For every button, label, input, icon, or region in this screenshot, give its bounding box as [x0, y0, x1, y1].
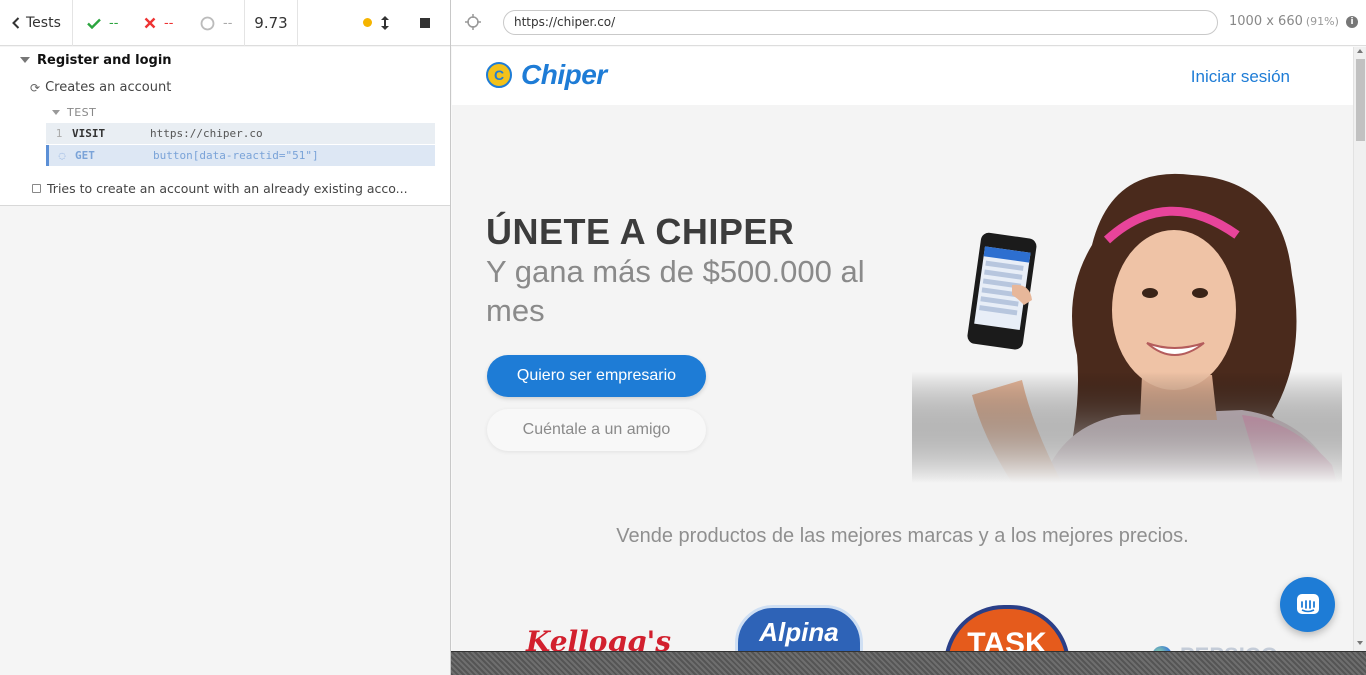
hero-subtitle: Y gana más de $500.000 al mes	[486, 254, 865, 328]
pending-circle-icon	[200, 16, 215, 30]
test-item-creates-account[interactable]: ⟳ Creates an account	[30, 80, 171, 95]
selector-playground-icon[interactable]	[464, 13, 482, 31]
scrollbar-thumb[interactable]	[1356, 59, 1365, 141]
x-icon	[144, 17, 156, 29]
scroll-up-icon[interactable]	[1357, 49, 1363, 53]
test-label: Creates an account	[45, 80, 172, 95]
failed-count: --	[132, 0, 188, 46]
suite-title[interactable]: Register and login	[20, 51, 172, 69]
refresh-icon: ⟳	[30, 80, 41, 95]
chevron-left-icon	[12, 17, 20, 29]
pending-square-icon	[32, 184, 41, 193]
test-item-existing-account[interactable]: Tries to create an account with an alrea…	[32, 181, 408, 196]
kelloggs-logo: Kellogg's	[526, 625, 671, 651]
hero-girl-with-phone-image	[912, 165, 1342, 483]
chiper-logo[interactable]: C Chiper	[486, 59, 607, 91]
command-message: button[data-reactid="51"]	[153, 149, 319, 162]
spinner-icon: ◌	[58, 149, 66, 162]
tests-back-button[interactable]: Tests	[0, 0, 73, 46]
duration: 9.73	[245, 0, 298, 46]
login-link[interactable]: Iniciar sesión	[1191, 67, 1290, 87]
become-entrepreneur-button[interactable]: Quiero ser empresario	[487, 355, 706, 397]
pending-count: --	[188, 0, 245, 46]
logo-coin-icon: C	[486, 62, 512, 88]
resize-vertical-icon[interactable]	[381, 16, 389, 30]
viewport-dimensions: 1000 x 660	[1229, 14, 1303, 29]
stop-button[interactable]	[420, 18, 430, 28]
tagline: Vende productos de las mejores marcas y …	[616, 525, 1189, 547]
hook-label: TEST	[67, 106, 97, 119]
failed-value: --	[164, 15, 174, 31]
aut-scrollbar[interactable]	[1353, 47, 1366, 651]
running-status-icon	[363, 18, 372, 27]
viewport-size: 1000 x 660 (91%)	[1229, 14, 1339, 29]
runner-header: Tests -- -- -- 9.73	[0, 0, 450, 46]
passed-count: --	[73, 0, 132, 46]
scroll-down-icon[interactable]	[1357, 641, 1363, 645]
command-name: VISIT	[72, 127, 106, 140]
runner-controls	[298, 0, 450, 46]
hook-header[interactable]: TEST	[52, 106, 96, 119]
site-navbar: C Chiper Iniciar sesión	[452, 47, 1353, 105]
alpina-logo: Alpina	[735, 605, 863, 651]
command-number: 1	[55, 127, 63, 140]
chat-icon	[1296, 593, 1319, 614]
viewport-scale: (91%)	[1305, 15, 1339, 28]
task-logo: TASK	[944, 605, 1070, 651]
suite-label: Register and login	[37, 52, 172, 68]
command-row-visit[interactable]: 1 VISIT https://chiper.co	[46, 123, 435, 144]
test-label: Tries to create an account with an alrea…	[47, 181, 408, 196]
passed-value: --	[109, 15, 119, 31]
command-message: https://chiper.co	[150, 127, 263, 140]
tests-label: Tests	[26, 15, 61, 31]
command-name: GET	[75, 149, 95, 162]
chat-widget-button[interactable]	[1280, 577, 1335, 632]
caret-down-icon	[20, 57, 30, 63]
caret-down-icon	[52, 110, 60, 115]
logo-text: Chiper	[521, 59, 607, 90]
pending-value: --	[223, 15, 233, 31]
runner-panel: Tests -- -- -- 9.73 Register and login ⟳…	[0, 0, 451, 675]
tell-a-friend-button[interactable]: Cuéntale a un amigo	[487, 409, 706, 451]
url-field[interactable]: https://chiper.co/	[503, 10, 1218, 35]
check-icon	[87, 18, 101, 29]
aut-header: https://chiper.co/ 1000 x 660 (91%) i	[451, 0, 1366, 46]
app-under-test: C Chiper Iniciar sesión ÚNETE A CHIPER Y…	[452, 47, 1353, 651]
command-log: Register and login ⟳ Creates an account …	[0, 47, 450, 206]
info-icon[interactable]: i	[1346, 16, 1358, 28]
hero-title: ÚNETE A CHIPER	[486, 211, 795, 252]
command-row-get[interactable]: ◌ GET button[data-reactid="51"]	[46, 145, 435, 166]
pepsico-logo: PEPSICO	[1152, 631, 1278, 651]
viewport-overflow-stripe	[451, 651, 1366, 675]
pepsico-text: PEPSICO	[1180, 643, 1278, 651]
